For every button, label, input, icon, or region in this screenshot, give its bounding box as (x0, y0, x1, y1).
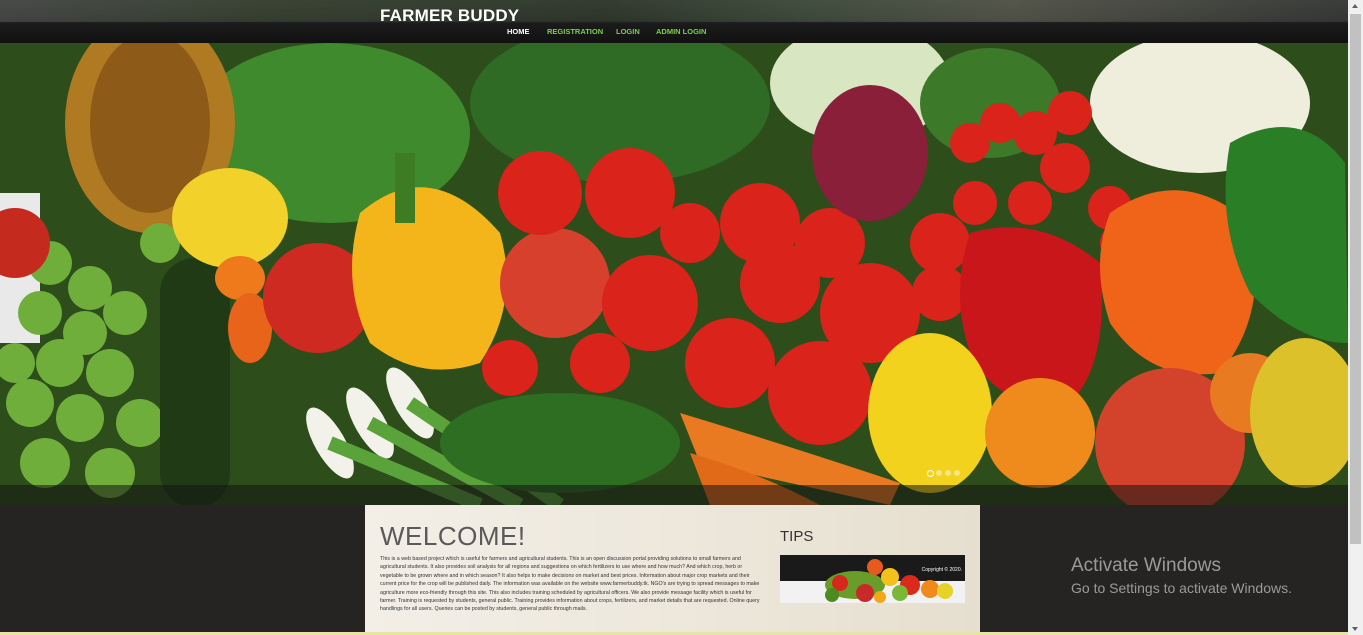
scroll-down-arrow-icon[interactable] (1348, 623, 1363, 635)
page: FARMER BUDDY HOME REGISTRATION LOGIN ADM… (0, 0, 1348, 635)
nav-home[interactable]: HOME (507, 27, 530, 36)
windows-activation-watermark: Activate Windows Go to Settings to activ… (1071, 555, 1292, 598)
slider-dot-4[interactable] (954, 470, 960, 476)
nav-registration[interactable]: REGISTRATION (547, 27, 603, 36)
scroll-thumb[interactable] (1350, 14, 1361, 544)
slider-dot-2[interactable] (936, 470, 942, 476)
activate-windows-subtitle: Go to Settings to activate Windows. (1071, 580, 1292, 596)
welcome-title: WELCOME! (380, 521, 526, 551)
hero-vegetables-image (0, 43, 1348, 505)
vertical-scrollbar[interactable] (1348, 0, 1363, 635)
welcome-text: This is a web based project which is use… (380, 556, 760, 613)
slider-dot-1[interactable] (927, 470, 934, 477)
site-brand[interactable]: FARMER BUDDY (380, 6, 519, 26)
tips-title: TIPS (780, 528, 814, 545)
tips-banner-image: Copyright © 2020. (780, 555, 965, 603)
tips-produce-image (825, 559, 953, 603)
nav-admin-login[interactable]: ADMIN LOGIN (656, 27, 706, 36)
hero-caption-bar (0, 485, 1348, 505)
activate-windows-title: Activate Windows (1071, 555, 1221, 576)
slider-dot-3[interactable] (945, 470, 951, 476)
nav-login[interactable]: LOGIN (616, 27, 640, 36)
hero-slider[interactable] (0, 43, 1348, 505)
tips-copyright: Copyright © 2020. (921, 567, 962, 573)
header-bar: FARMER BUDDY HOME REGISTRATION LOGIN ADM… (0, 0, 1348, 43)
content-box: WELCOME! This is a web based project whi… (365, 505, 980, 635)
scroll-up-arrow-icon[interactable] (1348, 0, 1363, 12)
